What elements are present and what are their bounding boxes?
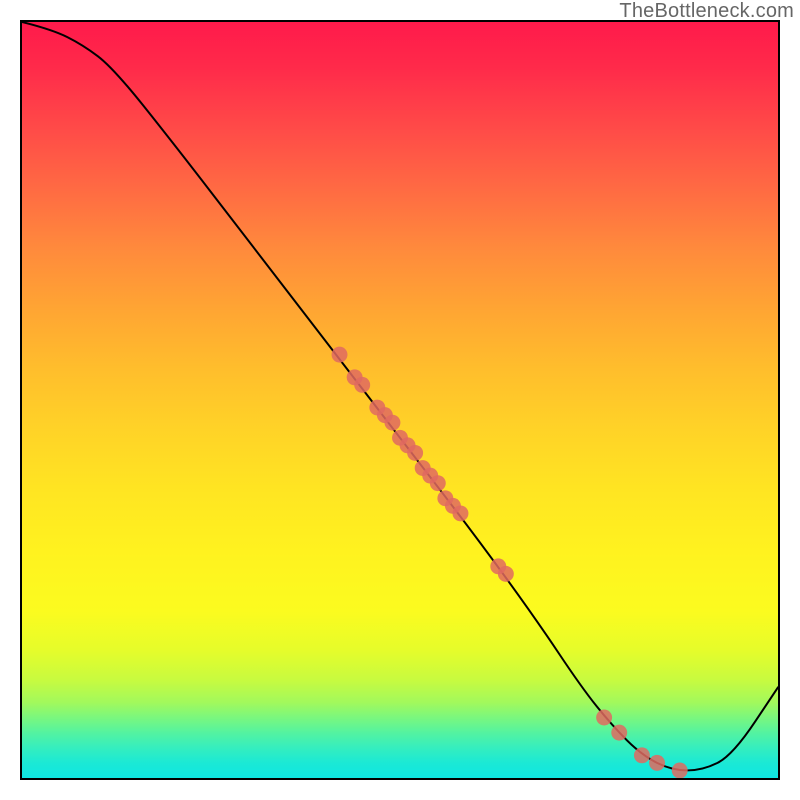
highlight-dot [596, 710, 612, 726]
highlight-dot [354, 377, 370, 393]
plot-area [20, 20, 780, 780]
highlight-dot [407, 445, 423, 461]
highlight-dot [332, 347, 348, 363]
chart-stage: TheBottleneck.com [0, 0, 800, 800]
highlight-dot [649, 755, 665, 771]
highlight-dots [332, 347, 688, 778]
chart-svg [22, 22, 778, 778]
highlight-dot [453, 505, 469, 521]
highlight-dot [672, 762, 688, 778]
highlight-dot [384, 415, 400, 431]
bottleneck-curve [22, 22, 778, 770]
highlight-dot [498, 566, 514, 582]
highlight-dot [430, 475, 446, 491]
highlight-dot [611, 725, 627, 741]
highlight-dot [634, 747, 650, 763]
